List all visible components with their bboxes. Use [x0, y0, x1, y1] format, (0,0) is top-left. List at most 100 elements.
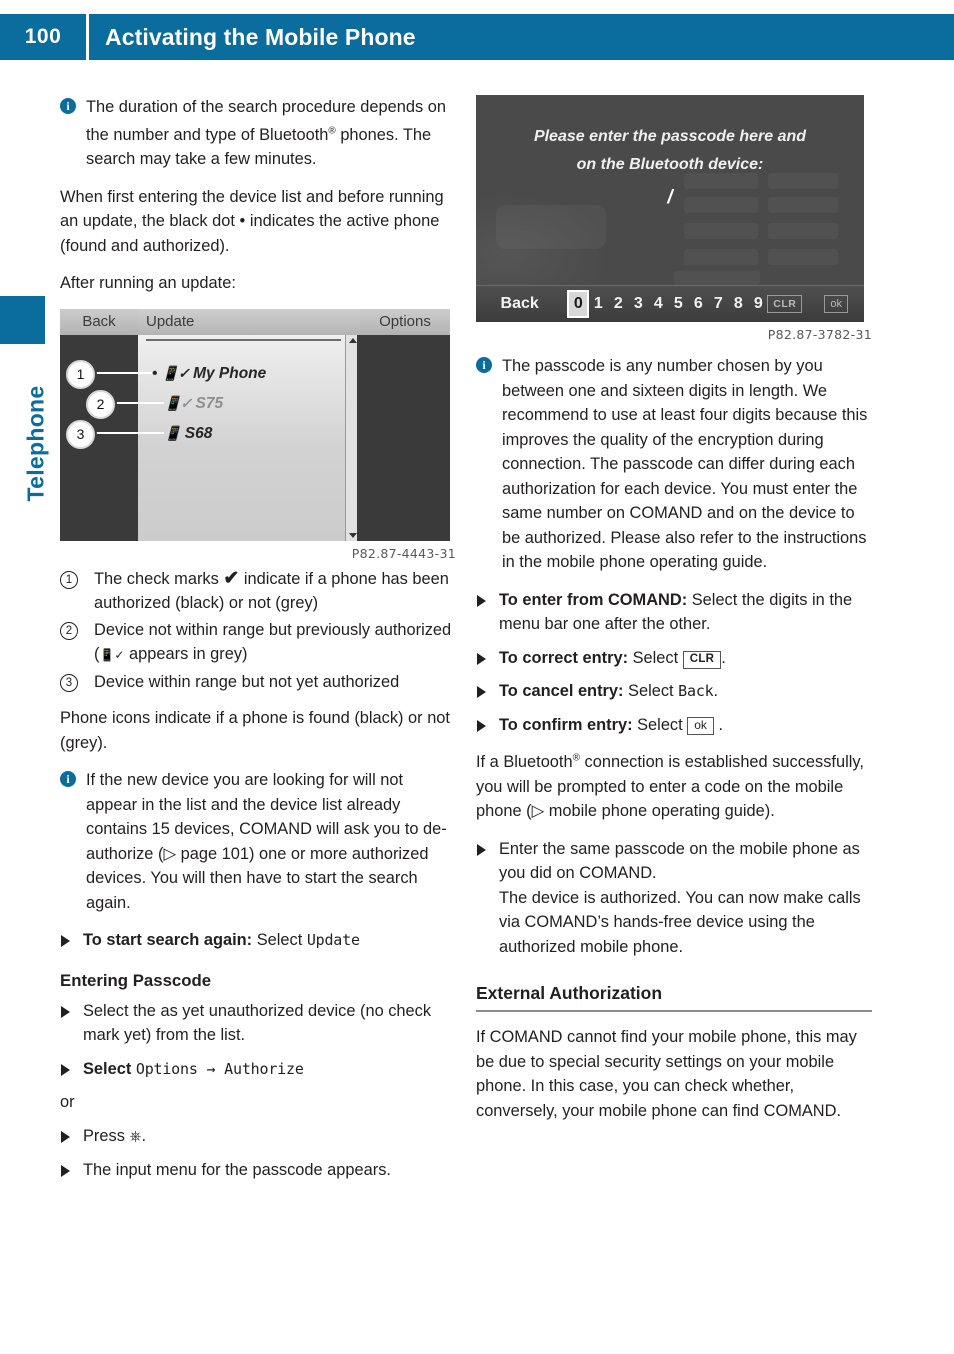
- options-button[interactable]: Options: [360, 308, 450, 335]
- back-button[interactable]: Back: [60, 308, 138, 335]
- chapter-tab-label: Telephone: [22, 385, 49, 502]
- info-icon: i: [476, 357, 492, 373]
- ghost-key: [684, 249, 758, 265]
- digit-key-4[interactable]: 4: [649, 295, 667, 313]
- clr-button[interactable]: CLR: [767, 295, 803, 313]
- step-triangle-icon: [61, 1130, 70, 1143]
- screen-term-update[interactable]: Update: [307, 931, 360, 949]
- clr-key-reference[interactable]: CLR: [682, 650, 722, 669]
- device-row-my-phone[interactable]: • 📱✓ My Phone: [152, 365, 266, 383]
- device-row-label: S68: [184, 424, 213, 442]
- page-number: 100: [24, 25, 62, 48]
- right-column: Please enter the passcode here and on th…: [476, 95, 872, 1123]
- phone-check-grey-icon: 📱✓: [99, 648, 125, 663]
- callout-1: 1: [66, 359, 95, 389]
- step-result-text: The device is authorized. You can now ma…: [499, 888, 861, 956]
- digit-key-3[interactable]: 3: [629, 295, 647, 313]
- step-text: Press: [83, 1126, 125, 1145]
- passcode-digit-bar: 0 1 2 3 4 5 6 7 8 9: [567, 290, 767, 318]
- info-icon: i: [60, 771, 76, 788]
- step-start-search-again: To start search again: Select Update: [60, 928, 456, 953]
- passcode-back-button[interactable]: Back: [476, 295, 563, 313]
- digit-key-5[interactable]: 5: [669, 295, 687, 313]
- callout-leader: [92, 371, 152, 374]
- black-dot-icon: •: [239, 212, 246, 231]
- step-triangle-icon: [477, 719, 486, 732]
- step-triangle-icon: [477, 686, 486, 698]
- note-search-duration: i The duration of the search procedure d…: [60, 95, 456, 172]
- step-press-controller: Press ⎈.: [60, 1124, 456, 1150]
- info-icon: i: [60, 98, 76, 114]
- step-text: Select the as yet unauthorized device (n…: [83, 1001, 432, 1045]
- digit-key-9[interactable]: 9: [749, 295, 767, 313]
- passcode-prompt-line1: Please enter the passcode here and: [533, 128, 807, 145]
- screen-term-back[interactable]: Back: [678, 682, 714, 700]
- callout-3: 3: [66, 419, 95, 449]
- scroll-up-arrow-icon[interactable]: [349, 337, 357, 343]
- device-list-right-pane: [356, 334, 450, 541]
- ok-key-reference[interactable]: ok: [687, 716, 714, 735]
- step-text: Select: [637, 715, 683, 734]
- step-label: To enter from COMAND:: [499, 590, 688, 609]
- step-select-device: Select the as yet unauthorized device (n…: [60, 999, 456, 1048]
- ok-button[interactable]: ok: [824, 295, 848, 313]
- ghost-key: [768, 223, 838, 239]
- callout-2: 2: [86, 389, 115, 419]
- device-row-s75[interactable]: 📱✓ S75: [164, 395, 223, 413]
- paragraph-black-dot: When first entering the device list and …: [60, 185, 456, 259]
- step-label: To cancel entry:: [499, 682, 624, 700]
- digit-key-0[interactable]: 0: [567, 290, 590, 318]
- callout-leader: [92, 431, 164, 434]
- passcode-prompt: Please enter the passcode here and on th…: [476, 123, 864, 179]
- step-text: Select: [632, 648, 679, 667]
- legend-number: 2: [60, 621, 78, 640]
- paragraph-phone-icons: Phone icons indicate if a phone is found…: [60, 709, 450, 752]
- device-list-screen: Back Update Options • 📱✓ My Phone 📱✓ S75…: [60, 308, 450, 541]
- scroll-down-arrow-icon[interactable]: [349, 532, 357, 538]
- callout-leader: [112, 401, 164, 404]
- device-list-topbar: Back Update Options: [60, 308, 450, 335]
- step-triangle-icon: [61, 1063, 70, 1076]
- page-header: 100 Activating the Mobile Phone: [0, 14, 954, 60]
- page-reference-link[interactable]: ▷ page 101: [163, 845, 249, 863]
- digit-key-2[interactable]: 2: [609, 295, 627, 313]
- step-confirm-entry: To confirm entry: Select ok .: [476, 713, 872, 738]
- device-row-s68[interactable]: 📱 S68: [164, 425, 212, 443]
- step-correct-entry: To correct entry: Select CLR.: [476, 646, 872, 671]
- digit-key-1[interactable]: 1: [589, 295, 607, 313]
- legend-text-after: appears in grey): [129, 645, 248, 664]
- step-input-menu-appears: The input menu for the passcode appears.: [60, 1158, 456, 1183]
- digit-key-8[interactable]: 8: [729, 295, 747, 313]
- ghost-key: [674, 271, 760, 285]
- step-text: Select: [628, 682, 674, 700]
- update-menu-title[interactable]: Update: [146, 309, 194, 335]
- check-mark-icon: ✔: [223, 567, 240, 589]
- legend-item-1: 1 The check marks ✔ indicate if a phone …: [60, 567, 456, 616]
- digit-key-7[interactable]: 7: [709, 295, 727, 313]
- controller-press-icon: ⎈: [129, 1127, 142, 1145]
- note-new-device: i If the new device you are looking for …: [60, 768, 456, 915]
- step-triangle-icon: [61, 1165, 70, 1178]
- figure-device-list: Back Update Options • 📱✓ My Phone 📱✓ S75…: [60, 308, 456, 561]
- phone-check-black-icon: 📱✓: [161, 364, 190, 381]
- figure-caption: P82.87-4443-31: [351, 545, 456, 561]
- paragraph-external-authorization: If COMAND cannot find your mobile phone,…: [476, 1028, 857, 1120]
- step-text: Select: [256, 931, 303, 950]
- screen-term-options-authorize[interactable]: Options → Authorize: [136, 1060, 304, 1078]
- passcode-input-cursor[interactable]: /: [476, 187, 864, 209]
- legend-item-3: 3 Device within range but not yet author…: [60, 670, 456, 695]
- step-triangle-icon: [477, 594, 486, 607]
- left-column: i The duration of the search procedure d…: [60, 95, 456, 1192]
- device-list-scrollbar[interactable]: [345, 334, 357, 541]
- device-row-label: My Phone: [193, 364, 267, 382]
- passcode-prompt-line2: on the Bluetooth device:: [576, 156, 764, 173]
- passcode-menu-bar: Back 0 1 2 3 4 5 6 7 8 9 CLR ok: [476, 285, 864, 322]
- step-label: To correct entry:: [499, 648, 629, 667]
- digit-key-6[interactable]: 6: [689, 295, 707, 313]
- note-passcode-rules-text: The passcode is any number chosen by you…: [502, 357, 868, 571]
- legend-text-before: The check marks: [94, 569, 219, 588]
- figure-passcode-screen: Please enter the passcode here and on th…: [476, 95, 872, 342]
- mobile-guide-reference[interactable]: ▷ mobile phone: [532, 802, 648, 820]
- chapter-marker: [0, 296, 45, 344]
- step-enter-same-passcode: Enter the same passcode on the mobile ph…: [476, 837, 872, 960]
